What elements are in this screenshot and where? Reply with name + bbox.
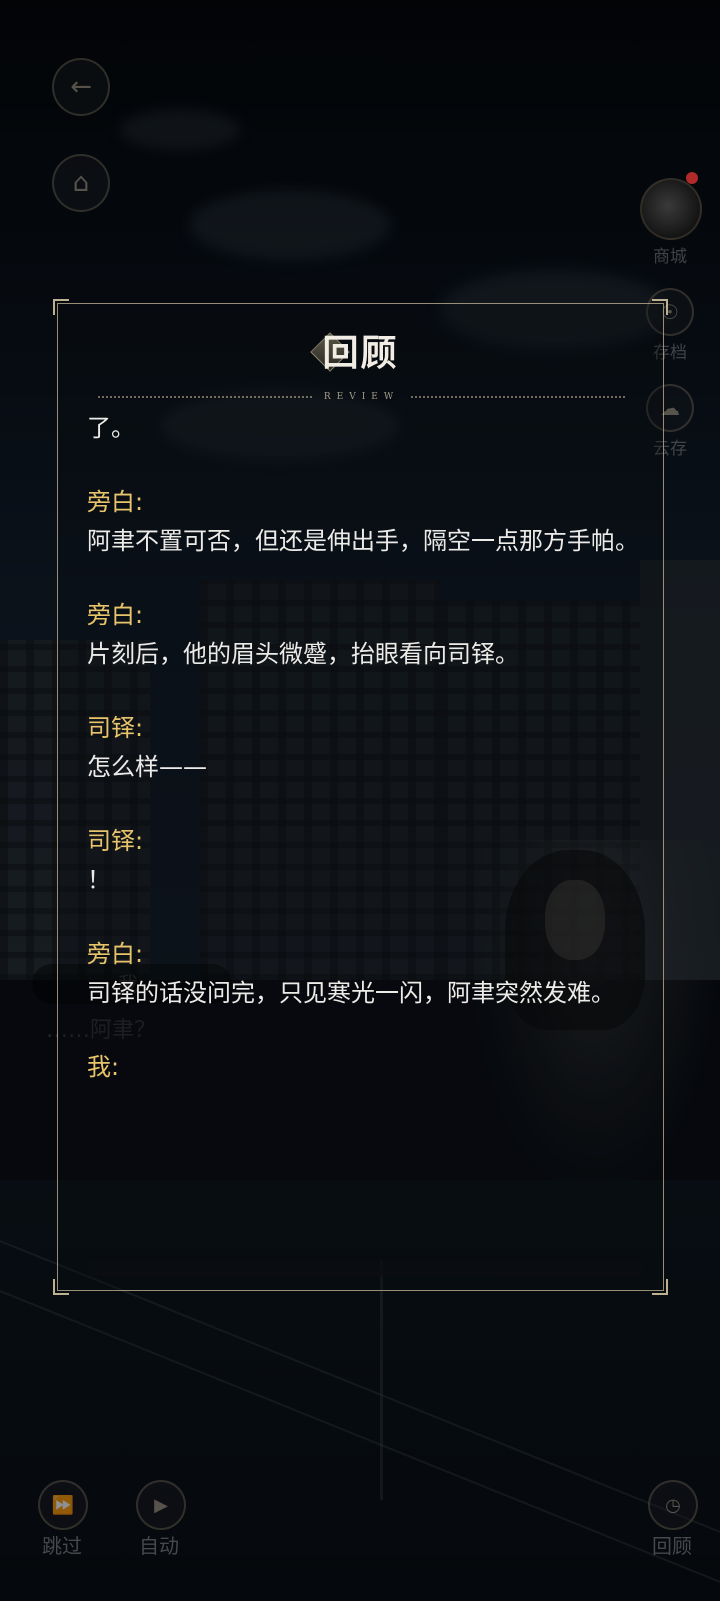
log-entry: 旁白: 片刻后，他的眉头微蹙，抬眼看向司铎。 (87, 598, 643, 677)
auto-button[interactable]: ▶ (136, 1480, 186, 1530)
auto-label: 自动 (139, 1534, 179, 1558)
back-button[interactable]: ← (52, 58, 110, 116)
review-button[interactable]: ◷ (648, 1480, 698, 1530)
dotted-divider (411, 396, 626, 398)
notification-dot (686, 172, 698, 184)
entry-text: 了。 (87, 414, 135, 442)
skip-label: 跳过 (42, 1534, 82, 1558)
play-icon: ▶ (154, 1494, 168, 1516)
log-entry: 我: (87, 1050, 643, 1084)
dotted-divider (98, 396, 312, 398)
review-panel: 回顾 REVIEW 了。 旁白: 阿聿不置可否，但还是伸出手，隔空一点那方手帕。… (53, 299, 668, 1295)
subtitle-row: REVIEW (98, 390, 626, 404)
entry-text: 怎么样—— (87, 753, 207, 781)
log-entry: 旁白: 司铎的话没问完，只见寒光一闪，阿聿突然发难。 (87, 937, 643, 1016)
entry-speaker: 旁白: (87, 940, 144, 968)
scroll-fade (87, 1236, 643, 1276)
shop-label: 商城 (653, 247, 687, 267)
log-entry: 司铎: 怎么样—— (87, 711, 643, 790)
skip-button[interactable]: ⏩ (38, 1480, 88, 1530)
entry-text: 阿聿不置可否，但还是伸出手，隔空一点那方手帕。 (87, 527, 639, 555)
entry-speaker: 旁白: (87, 488, 144, 516)
review-log-list[interactable]: 了。 旁白: 阿聿不置可否，但还是伸出手，隔空一点那方手帕。 旁白: 片刻后，他… (87, 406, 643, 1276)
review-label: 回顾 (652, 1534, 692, 1558)
log-entry: 司铎: ！ (87, 824, 643, 903)
entry-text: 司铎的话没问完，只见寒光一闪，阿聿突然发难。 (87, 979, 615, 1007)
panel-title: 回顾 (322, 332, 399, 374)
panel-subtitle: REVIEW (323, 392, 400, 402)
frame-corner (53, 1279, 69, 1295)
shop-avatar-button[interactable] (640, 178, 702, 240)
entry-speaker: 旁白: (87, 601, 144, 629)
home-button[interactable]: ⌂ (52, 154, 110, 212)
entry-text: ！ (87, 866, 111, 894)
entry-text: 片刻后，他的眉头微蹙，抬眼看向司铎。 (87, 640, 519, 668)
clock-icon: ◷ (665, 1494, 681, 1516)
frame-corner (652, 1279, 668, 1295)
fast-forward-icon: ⏩ (51, 1494, 75, 1516)
entry-speaker: 司铎: (87, 714, 144, 742)
back-arrow-icon: ← (70, 72, 92, 102)
frame-corner (652, 299, 668, 315)
entry-speaker: 司铎: (87, 827, 144, 855)
log-entry: 了。 (87, 406, 643, 451)
entry-speaker: 我: (87, 1053, 120, 1081)
frame-corner (53, 299, 69, 315)
home-icon: ⌂ (72, 168, 90, 198)
log-entry: 旁白: 阿聿不置可否，但还是伸出手，隔空一点那方手帕。 (87, 485, 643, 564)
